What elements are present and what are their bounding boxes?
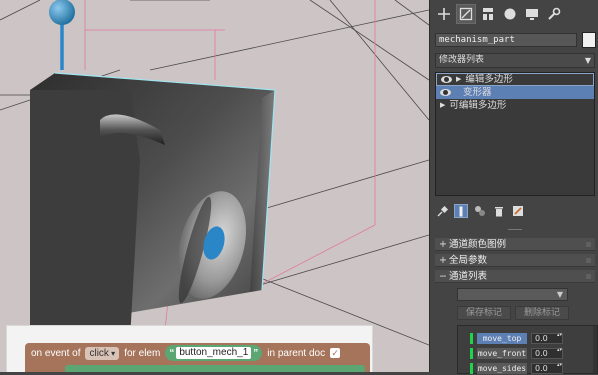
display-icon[interactable] <box>522 4 542 24</box>
channel-name[interactable]: move_sides <box>477 363 527 374</box>
rollout-grip <box>586 242 591 247</box>
channel-list[interactable]: move_top 0.0 move_front 0.0 move_sides 0… <box>457 325 598 374</box>
modifier-list-label: 修改器列表 <box>439 55 485 65</box>
chevron-down-icon: ▼ <box>584 56 591 65</box>
object-name-field[interactable]: mechanism_part <box>435 33 577 47</box>
blockly-workspace[interactable]: on event of click for elem “ button_mech… <box>6 325 373 372</box>
in-parent-doc-label: in parent doc <box>267 347 326 359</box>
utilities-wrench-icon[interactable] <box>544 4 564 24</box>
expand-triangle-icon[interactable]: ▶ <box>440 99 445 112</box>
marker-dropdown[interactable]: ▼ <box>457 288 568 301</box>
rollout-grip <box>586 258 591 263</box>
collapse-minus-icon: − <box>439 271 447 282</box>
channel-status-marker <box>470 348 473 359</box>
hierarchy-icon[interactable] <box>478 4 498 24</box>
stack-item-editable-poly[interactable]: ▶ 可编辑多边形 <box>436 99 594 112</box>
channel-value-spinner[interactable]: 0.0 <box>531 333 563 344</box>
rollout-title: 通道颜色图例 <box>449 239 507 250</box>
channel-value-spinner[interactable]: 0.0 <box>531 363 563 374</box>
remove-modifier-trash-icon[interactable] <box>492 204 506 218</box>
event-block[interactable]: on event of click for elem “ button_mech… <box>25 343 370 363</box>
show-end-result-icon[interactable] <box>454 204 468 218</box>
pin-stack-icon[interactable] <box>435 204 449 218</box>
rollout-channel-color-legend[interactable]: + 通道颜色图例 <box>435 238 595 251</box>
stack-item-edit-poly[interactable]: ▶ 编辑多边形 <box>436 73 594 86</box>
rollout-title: 通道列表 <box>449 271 488 282</box>
quote-open-icon: “ <box>169 347 175 359</box>
event-type-dropdown[interactable]: click <box>85 346 120 360</box>
expand-triangle-icon[interactable]: ▶ <box>456 73 461 86</box>
expand-plus-icon: + <box>439 239 447 250</box>
channel-list-scrollbar[interactable] <box>593 326 597 373</box>
eye-icon[interactable] <box>440 89 451 96</box>
make-unique-icon[interactable] <box>473 204 487 218</box>
parent-doc-checkbox[interactable]: ✓ <box>330 348 341 358</box>
save-marker-button[interactable]: 保存标记 <box>457 306 511 320</box>
stack-item-morpher[interactable]: 变形器 <box>436 86 594 99</box>
command-panel: mechanism_part 修改器列表 ▼ ▶ 编辑多边形 变形器 ▶ 可编辑… <box>429 0 598 374</box>
configure-modifier-sets-icon[interactable] <box>511 204 525 218</box>
channel-status-marker <box>470 333 473 344</box>
viewport[interactable]: on event of click for elem “ button_mech… <box>0 0 429 372</box>
channel-row-move-front[interactable]: move_front 0.0 <box>470 347 563 360</box>
rollout-title: 全局参数 <box>449 255 488 266</box>
channel-name[interactable]: move_front <box>477 348 527 359</box>
channel-value-spinner[interactable]: 0.0 <box>531 348 563 359</box>
for-elem-label: for elem <box>124 347 161 359</box>
panel-divider[interactable] <box>430 228 598 232</box>
nested-block[interactable] <box>65 365 365 372</box>
stack-toolbar <box>435 203 595 219</box>
create-plus-icon[interactable] <box>434 4 454 24</box>
motion-icon[interactable] <box>500 4 520 24</box>
eye-icon[interactable] <box>441 76 452 83</box>
modifier-list-dropdown[interactable]: 修改器列表 ▼ <box>435 53 595 68</box>
channel-name[interactable]: move_top <box>477 333 527 344</box>
element-id-field[interactable]: button_mech_1 <box>176 347 252 359</box>
chevron-down-icon: ▼ <box>556 290 563 299</box>
element-id-string-block[interactable]: “ button_mech_1 ” <box>165 345 263 361</box>
stack-item-label: 可编辑多边形 <box>449 100 507 111</box>
stack-item-label: 编辑多边形 <box>465 74 513 85</box>
rollout-channel-list[interactable]: − 通道列表 <box>435 270 595 283</box>
gizmo-ball[interactable] <box>49 0 75 25</box>
rollout-grip <box>586 274 591 279</box>
rollout-global-params[interactable]: + 全局参数 <box>435 254 595 267</box>
channel-row-move-sides[interactable]: move_sides 0.0 <box>470 362 563 375</box>
channel-status-marker <box>470 363 473 374</box>
expand-plus-icon: + <box>439 255 447 266</box>
command-panel-tabs <box>430 4 598 26</box>
modify-icon[interactable] <box>456 4 476 24</box>
channel-row-move-top[interactable]: move_top 0.0 <box>470 332 563 345</box>
viewport-scene[interactable] <box>0 0 429 372</box>
delete-marker-button[interactable]: 删除标记 <box>515 306 569 320</box>
event-prefix-label: on event of <box>31 347 81 359</box>
object-color-swatch[interactable] <box>582 32 596 48</box>
modifier-stack[interactable]: ▶ 编辑多边形 变形器 ▶ 可编辑多边形 <box>435 72 595 196</box>
stack-item-label: 变形器 <box>463 87 492 98</box>
quote-close-icon: ” <box>253 347 259 359</box>
event-block-body <box>25 363 370 372</box>
